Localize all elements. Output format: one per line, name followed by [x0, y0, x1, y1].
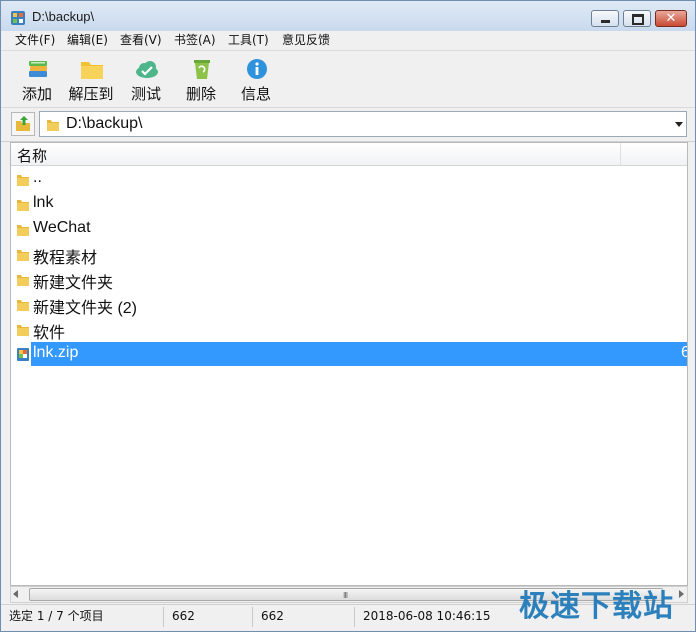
menu-edit[interactable]: 编辑(E) — [65, 32, 110, 49]
list-item[interactable]: 新建文件夹 — [11, 267, 687, 292]
folder-icon — [17, 300, 29, 311]
menu-file[interactable]: 文件(F) — [13, 32, 57, 49]
folder-icon — [47, 120, 59, 131]
main-window: D:\backup\ ✕ 文件(F) 编辑(E) 查看(V) 书签(A) 工具(… — [0, 0, 696, 632]
maximize-icon — [624, 11, 650, 26]
address-combobox[interactable]: D:\backup\ — [39, 111, 687, 137]
zip-archive-icon — [17, 348, 29, 361]
file-list[interactable]: 名称 .. lnk WeChat 教程素材 新建文件夹 新建文件夹 (2) 软件… — [10, 142, 688, 586]
list-item[interactable]: 新建文件夹 (2) — [11, 292, 687, 317]
scroll-left-icon[interactable] — [13, 590, 18, 598]
item-name: lnk.zip — [33, 344, 79, 361]
archive-app-icon — [11, 11, 25, 25]
menu-view[interactable]: 查看(V) — [118, 32, 164, 49]
list-item[interactable]: 软件 — [11, 317, 687, 342]
info-button[interactable]: 信息 — [228, 53, 284, 105]
scroll-right-icon[interactable] — [679, 590, 684, 598]
item-name: lnk — [33, 194, 54, 211]
column-divider[interactable] — [620, 143, 621, 165]
item-name: .. — [33, 169, 42, 186]
address-path: D:\backup\ — [66, 115, 143, 132]
list-item-selected[interactable]: lnk.zip 6 — [11, 342, 687, 366]
menu-tools[interactable]: 工具(T) — [226, 32, 271, 49]
chevron-down-icon[interactable] — [675, 122, 683, 127]
column-name-header[interactable]: 名称 — [17, 145, 47, 166]
toolbar: 添加 解压到 测试 删除 信息 — [1, 51, 695, 108]
list-item[interactable]: lnk — [11, 192, 687, 216]
list-item[interactable]: 教程素材 — [11, 242, 687, 267]
close-button[interactable]: ✕ — [655, 10, 687, 27]
folder-icon — [17, 175, 29, 186]
info-icon — [247, 59, 267, 79]
folder-icon — [17, 275, 29, 286]
close-icon: ✕ — [665, 11, 677, 26]
item-name: WeChat — [33, 219, 91, 236]
item-name: 教程素材 — [33, 250, 98, 267]
maximize-button[interactable] — [623, 10, 651, 27]
list-item[interactable]: WeChat — [11, 217, 687, 241]
menu-bookmarks[interactable]: 书签(A) — [172, 32, 218, 49]
status-packed-size: 662 — [261, 609, 284, 623]
title-bar[interactable]: D:\backup\ ✕ — [1, 1, 695, 32]
address-bar: D:\backup\ — [1, 108, 695, 142]
item-size: 6 — [681, 344, 687, 362]
minimize-icon — [592, 11, 618, 26]
delete-button[interactable]: 删除 — [173, 53, 229, 105]
info-label: 信息 — [240, 85, 271, 103]
minimize-button[interactable] — [591, 10, 619, 27]
menu-feedback[interactable]: 意见反馈 — [280, 32, 332, 49]
watermark-logo: 极速下载站 — [519, 589, 674, 624]
test-button[interactable]: 测试 — [118, 53, 174, 105]
item-name: 新建文件夹 — [33, 275, 114, 292]
item-name: 软件 — [33, 325, 66, 342]
list-header: 名称 — [11, 143, 687, 166]
folder-extract-icon — [81, 62, 103, 79]
folder-icon — [17, 200, 29, 211]
folder-icon — [17, 225, 29, 236]
extract-button[interactable]: 解压到 — [63, 53, 119, 105]
selection-highlight — [31, 342, 687, 366]
menu-bar: 文件(F) 编辑(E) 查看(V) 书签(A) 工具(T) 意见反馈 — [1, 31, 695, 51]
grip-icon: III — [343, 591, 348, 600]
status-selection: 选定 1 / 7 个项目 — [9, 609, 104, 623]
status-size: 662 — [172, 609, 195, 623]
folder-up-icon — [16, 116, 30, 131]
folder-icon — [17, 325, 29, 336]
cloud-check-icon — [136, 61, 158, 78]
folder-icon — [17, 250, 29, 261]
window-title: D:\backup\ — [32, 9, 95, 24]
item-name: 新建文件夹 (2) — [33, 300, 138, 317]
list-item[interactable]: .. — [11, 167, 687, 191]
recycle-bin-icon — [194, 60, 210, 79]
books-add-icon — [29, 61, 47, 77]
up-folder-button[interactable] — [11, 112, 35, 136]
